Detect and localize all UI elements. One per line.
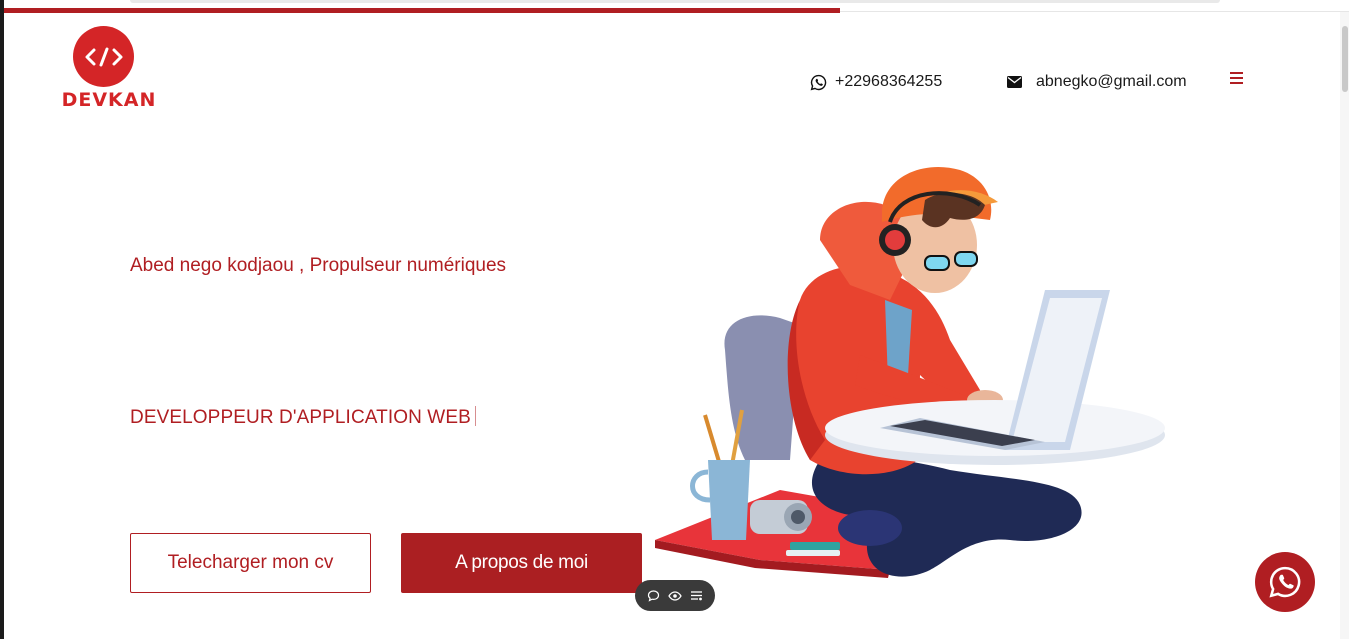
phone-number: +22968364255 [835,73,943,90]
hero-title: DEVELOPPEUR D'APPLICATION WEB [130,406,476,429]
hamburger-menu-icon[interactable] [1230,72,1244,88]
page-load-progress-bar [4,8,840,13]
phone-contact[interactable]: +22968364255 [810,72,942,92]
hero-title-text: DEVELOPPEUR D'APPLICATION WEB [130,407,471,428]
whatsapp-chat-button[interactable] [1255,552,1315,612]
code-brackets-icon [73,26,134,87]
site-logo[interactable]: DEVKAN [56,26,162,111]
settings-list-icon[interactable] [690,590,703,601]
download-cv-button[interactable]: Telecharger mon cv [130,533,371,593]
address-bar-edge[interactable] [130,0,1220,3]
envelope-icon [1007,76,1022,88]
logo-wordmark: DEVKAN [61,89,157,111]
whatsapp-icon [1269,566,1301,598]
about-me-button[interactable]: A propos de moi [401,533,642,593]
hero-subtitle: Abed nego kodjaou , Propulseur numérique… [130,255,507,276]
typing-caret [474,406,476,426]
email-contact[interactable]: abnegko@gmail.com [1007,72,1187,92]
developer-illustration [655,166,1165,578]
vertical-scrollbar[interactable] [1340,12,1349,639]
window-left-edge [0,0,4,639]
floating-toolbar [635,580,715,611]
scrollbar-thumb[interactable] [1342,26,1348,92]
email-address: abnegko@gmail.com [1036,73,1187,90]
eye-icon[interactable] [668,590,682,601]
whatsapp-icon [810,74,827,91]
comment-icon[interactable] [647,589,660,602]
